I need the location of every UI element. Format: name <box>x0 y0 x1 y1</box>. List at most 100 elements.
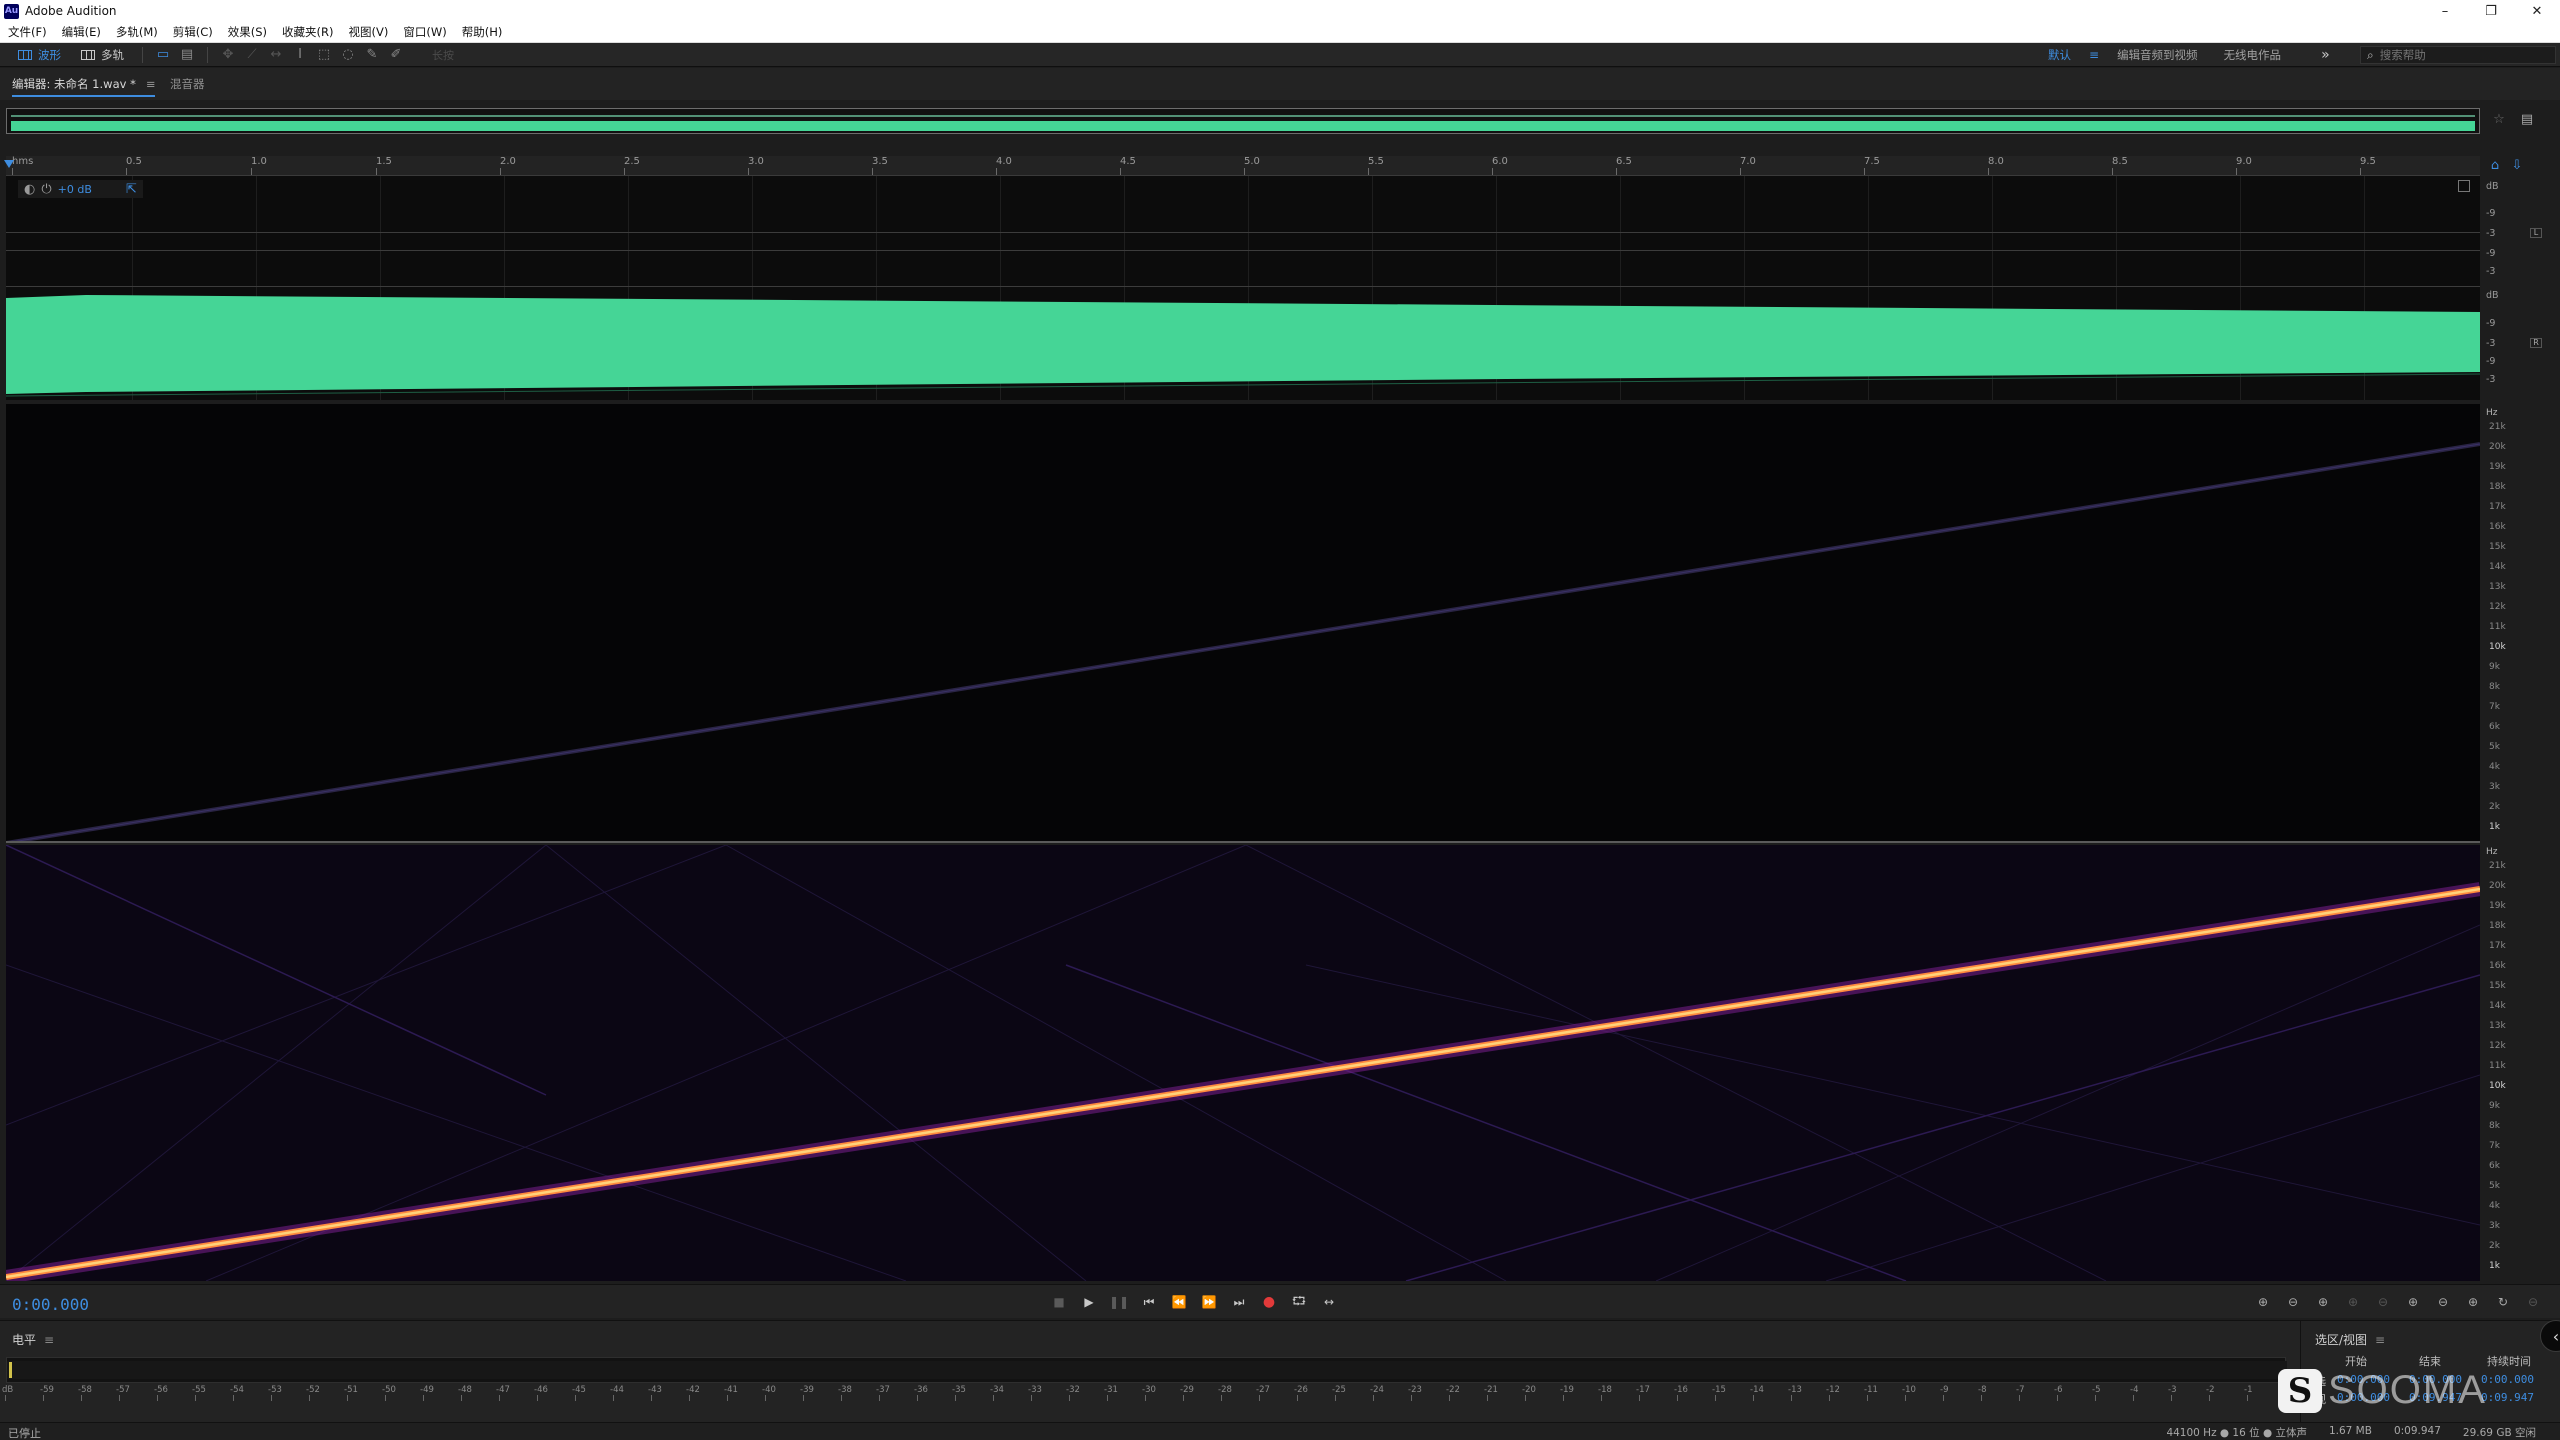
meter-scale-tick: -1 <box>2244 1385 2253 1401</box>
zoom-in-star-icon[interactable]: ☆ <box>2490 112 2508 130</box>
workspace-default[interactable]: 默认 <box>2040 47 2079 63</box>
zoom-to-selection-button[interactable]: ⊕ <box>2340 1292 2366 1312</box>
time-indicator-lock-icon[interactable]: ⇩ <box>2508 158 2526 176</box>
record-button[interactable]: ● <box>1256 1292 1282 1312</box>
spectral-view-icon[interactable]: ▤ <box>175 45 199 65</box>
overview-navigator[interactable] <box>6 108 2480 134</box>
view-duration-value[interactable]: 0:09.947 <box>2481 1391 2534 1404</box>
menu-file[interactable]: 文件(F) <box>0 24 54 40</box>
move-tool-icon[interactable]: ✥ <box>216 45 240 65</box>
meter-scale-tick: -11 <box>1864 1385 1878 1401</box>
zoom-out-time-button[interactable]: ⊖ <box>2370 1292 2396 1312</box>
minimize-button[interactable]: – <box>2422 0 2468 22</box>
panel-tab-bar: 编辑器: 未命名 1.wav * ≡ 混音器 <box>0 68 2560 100</box>
menu-clip[interactable]: 剪辑(C) <box>165 24 220 40</box>
pin-hud-icon[interactable]: ⇱ <box>126 182 137 197</box>
time-selection-tool-icon[interactable]: I <box>288 45 312 65</box>
move-to-next-button[interactable]: ⏭ <box>1226 1292 1252 1312</box>
meter-scale-tick: -38 <box>838 1385 852 1401</box>
waveform-view-icon[interactable]: ▭ <box>151 45 175 65</box>
menu-window[interactable]: 窗口(W) <box>395 24 453 40</box>
waveform-mode-button[interactable]: 波形 <box>8 45 71 65</box>
hz-tick: 2k <box>2489 802 2500 812</box>
brush-tool-icon[interactable]: ✎ <box>360 45 384 65</box>
meter-scale-tick: -17 <box>1636 1385 1650 1401</box>
hz-unit-label: Hz <box>2486 408 2498 418</box>
pause-button[interactable]: ❚❚ <box>1106 1292 1132 1312</box>
waveform-display[interactable]: ◐ ⏻ +0 dB ⇱ <box>6 176 2480 400</box>
spectral-display-right[interactable] <box>6 845 2480 1281</box>
time-ruler[interactable]: hms 0.5 1.0 1.5 2.0 2.5 3.0 3.5 4.0 4.5 … <box>6 156 2480 176</box>
zoom-in-left-edge-button[interactable]: ⊕ <box>2400 1292 2426 1312</box>
selection-duration-value[interactable]: 0:00.000 <box>2481 1373 2534 1386</box>
fast-forward-button[interactable]: ⏩ <box>1196 1292 1222 1312</box>
meter-scale-tick: -23 <box>1408 1385 1422 1401</box>
free-disk-space-info: 29.69 GB 空闲 <box>2462 1427 2536 1439</box>
tab-mixer[interactable]: 混音器 <box>170 76 205 92</box>
ruler-tick: 9.5 <box>2360 156 2376 175</box>
selection-view-menu-icon[interactable]: ≡ <box>2375 1333 2385 1347</box>
multitrack-mode-button[interactable]: 多轨 <box>71 45 134 65</box>
tab-editor[interactable]: 编辑器: 未命名 1.wav * ≡ <box>12 76 156 97</box>
maximize-button[interactable]: ❐ <box>2468 0 2514 22</box>
workspace-radio-production[interactable]: 无线电作品 <box>2216 47 2290 63</box>
zoom-in-amplitude-button[interactable]: ⊕ <box>2250 1292 2276 1312</box>
volume-knob-icon[interactable]: ◐ <box>24 182 35 197</box>
hz-tick: 7k <box>2489 1141 2500 1151</box>
menu-edit[interactable]: 编辑(E) <box>54 24 108 40</box>
hz-tick: 18k <box>2489 921 2506 931</box>
workspace-menu-icon[interactable]: ≡ <box>2089 48 2099 62</box>
menu-favorites[interactable]: 收藏夹(R) <box>274 24 340 40</box>
tab-editor-menu-icon[interactable]: ≡ <box>146 77 156 91</box>
hz-tick: 9k <box>2489 1101 2500 1111</box>
playhead-marker[interactable] <box>4 160 14 174</box>
panel-options-icon[interactable]: ▤ <box>2518 112 2536 130</box>
menu-multitrack[interactable]: 多轨(M) <box>108 24 165 40</box>
spot-healing-tool-icon[interactable]: ✐ <box>384 45 408 65</box>
zoom-out-full-button[interactable]: ⊖ <box>2430 1292 2456 1312</box>
hz-tick: 21k <box>2489 422 2506 432</box>
stop-button[interactable]: ■ <box>1046 1292 1072 1312</box>
power-icon[interactable]: ⏻ <box>41 182 51 197</box>
menu-help[interactable]: 帮助(H) <box>454 24 510 40</box>
close-button[interactable]: ✕ <box>2514 0 2560 22</box>
zoom-out-amplitude-button[interactable]: ⊖ <box>2280 1292 2306 1312</box>
more-workspaces-icon[interactable]: » <box>2321 47 2330 63</box>
marquee-tool-icon[interactable]: ⬚ <box>312 45 336 65</box>
meter-scale-tick: -29 <box>1180 1385 1194 1401</box>
workspace-edit-audio-to-video[interactable]: 编辑音频到视频 <box>2109 47 2206 63</box>
meter-scale-tick: -42 <box>686 1385 700 1401</box>
levels-menu-icon[interactable]: ≡ <box>44 1333 54 1347</box>
play-button[interactable]: ▶ <box>1076 1292 1102 1312</box>
zoom-out-all-button[interactable]: ⊖ <box>2520 1292 2546 1312</box>
slip-tool-icon[interactable]: ↔ <box>264 45 288 65</box>
col-start-header: 开始 <box>2345 1355 2367 1368</box>
zoom-reset-button[interactable]: ↻ <box>2490 1292 2516 1312</box>
meter-scale-tick: -21 <box>1484 1385 1498 1401</box>
loop-playback-button[interactable]: ⮔ <box>1286 1292 1312 1312</box>
left-channel-toggle[interactable]: L <box>2530 228 2542 238</box>
meter-scale-tick: -22 <box>1446 1385 1460 1401</box>
hz-tick: 8k <box>2489 682 2500 692</box>
rewind-button[interactable]: ⏪ <box>1166 1292 1192 1312</box>
skip-selection-button[interactable]: ↔ <box>1316 1292 1342 1312</box>
menu-effects[interactable]: 效果(S) <box>220 24 274 40</box>
right-channel-toggle[interactable]: R <box>2530 338 2542 348</box>
spectral-display-left[interactable] <box>6 404 2480 843</box>
waveform-hud[interactable]: ◐ ⏻ +0 dB ⇱ <box>18 180 143 198</box>
expand-corner-icon[interactable] <box>2458 180 2470 192</box>
lasso-tool-icon[interactable]: ◌ <box>336 45 360 65</box>
zoom-in-right-edge-button[interactable]: ⊕ <box>2460 1292 2486 1312</box>
razor-tool-icon[interactable]: ⟋ <box>240 45 264 65</box>
gain-readout[interactable]: +0 dB <box>58 183 92 196</box>
status-bar: 已停止 44100 Hz ● 16 位 ● 立体声 1.67 MB 0:09.9… <box>0 1422 2560 1440</box>
snap-icon[interactable]: ⌂ <box>2486 158 2504 176</box>
hz-tick: 20k <box>2489 881 2506 891</box>
move-to-previous-button[interactable]: ⏮ <box>1136 1292 1162 1312</box>
current-time-display[interactable]: 0:00.000 <box>12 1295 89 1314</box>
menu-view[interactable]: 视图(V) <box>341 24 396 40</box>
db-tick: -3 <box>2486 338 2496 349</box>
zoom-in-time-button[interactable]: ⊕ <box>2310 1292 2336 1312</box>
search-help-input[interactable] <box>2379 48 2540 62</box>
sample-format-info: 44100 Hz ● 16 位 ● 立体声 <box>2166 1427 2307 1439</box>
